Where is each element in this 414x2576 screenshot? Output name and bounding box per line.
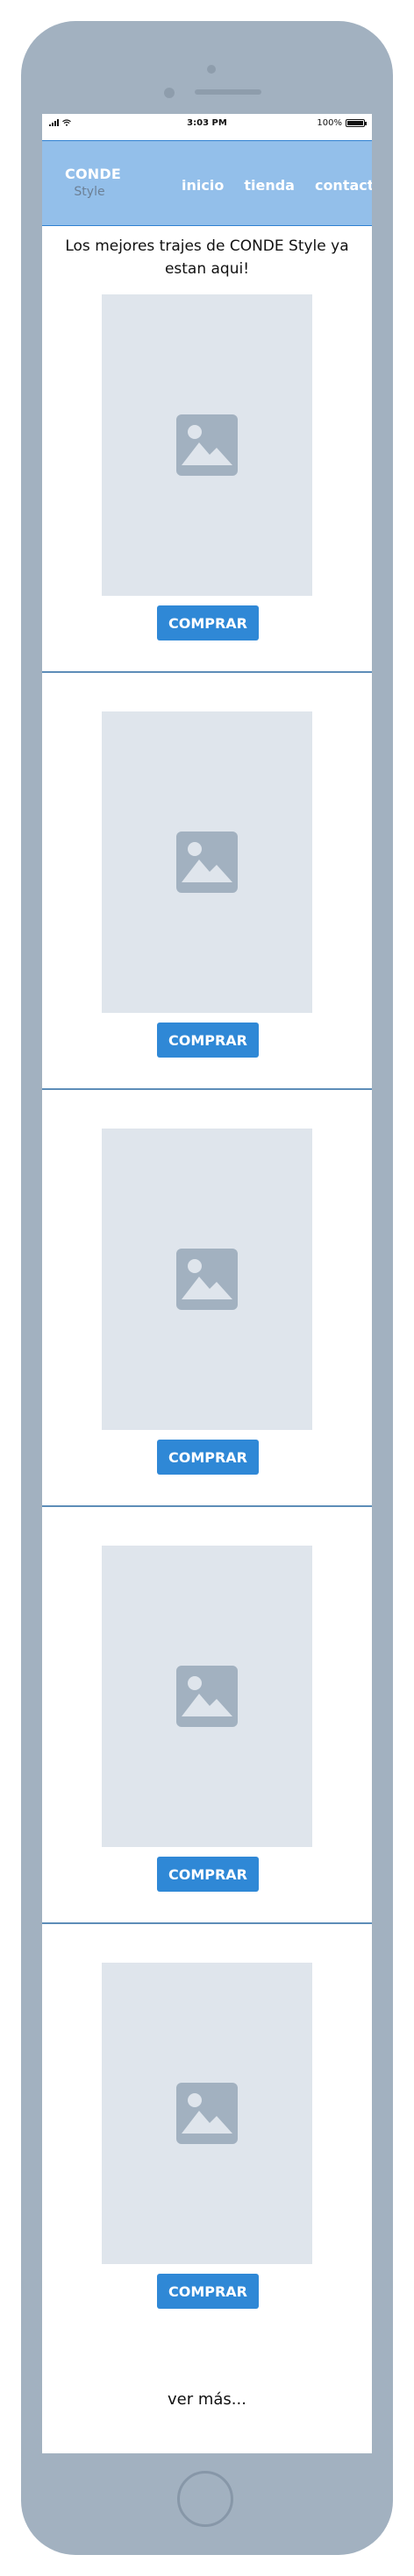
image-placeholder-icon	[176, 1666, 238, 1727]
product-image[interactable]	[102, 294, 312, 596]
navbar: CONDE Style inicio tienda contacto	[42, 140, 372, 226]
nav-links: inicio tienda contacto	[182, 177, 372, 194]
image-placeholder-icon	[176, 832, 238, 893]
brand-name: CONDE	[65, 166, 121, 182]
nav-link-inicio[interactable]: inicio	[182, 177, 224, 194]
battery-percent: 100%	[317, 118, 342, 128]
proximity-sensor	[164, 88, 175, 98]
nav-link-contacto[interactable]: contacto	[315, 177, 372, 194]
product-divider	[42, 1922, 372, 1924]
image-placeholder-icon	[176, 414, 238, 476]
earpiece-speaker	[195, 89, 261, 95]
ver-mas-link[interactable]: ver más...	[42, 2390, 372, 2409]
product-card: COMPRAR	[42, 294, 372, 652]
product-image[interactable]	[102, 1546, 312, 1847]
brand-subtitle: Style	[74, 185, 105, 199]
home-button[interactable]	[177, 2471, 233, 2527]
page-tagline: Los mejores trajes de CONDE Style ya est…	[65, 237, 349, 278]
product-card: COMPRAR	[42, 1129, 372, 1546]
product-card: COMPRAR	[42, 711, 372, 1129]
comprar-button[interactable]: COMPRAR	[157, 1440, 259, 1475]
product-image[interactable]	[102, 711, 312, 1013]
comprar-button[interactable]: COMPRAR	[157, 1023, 259, 1058]
image-placeholder-icon	[176, 1249, 238, 1310]
nav-link-tienda[interactable]: tienda	[244, 177, 295, 194]
comprar-button[interactable]: COMPRAR	[157, 605, 259, 640]
battery-status: 100%	[317, 118, 367, 128]
product-divider	[42, 1088, 372, 1090]
app-screen: 3:03 PM 100% CONDE Style inicio tienda c…	[42, 114, 372, 2453]
product-image[interactable]	[102, 1963, 312, 2264]
product-divider	[42, 671, 372, 673]
product-image[interactable]	[102, 1129, 312, 1430]
comprar-button[interactable]: COMPRAR	[157, 2274, 259, 2309]
product-card: COMPRAR	[42, 1546, 372, 1963]
product-divider	[42, 1505, 372, 1507]
battery-icon	[346, 119, 367, 127]
product-card: COMPRAR	[42, 1963, 372, 2380]
front-camera	[207, 65, 216, 74]
comprar-button[interactable]: COMPRAR	[157, 1857, 259, 1892]
image-placeholder-icon	[176, 2083, 238, 2144]
status-bar: 3:03 PM 100%	[42, 114, 372, 133]
brand-logo[interactable]: CONDE Style	[65, 166, 121, 199]
